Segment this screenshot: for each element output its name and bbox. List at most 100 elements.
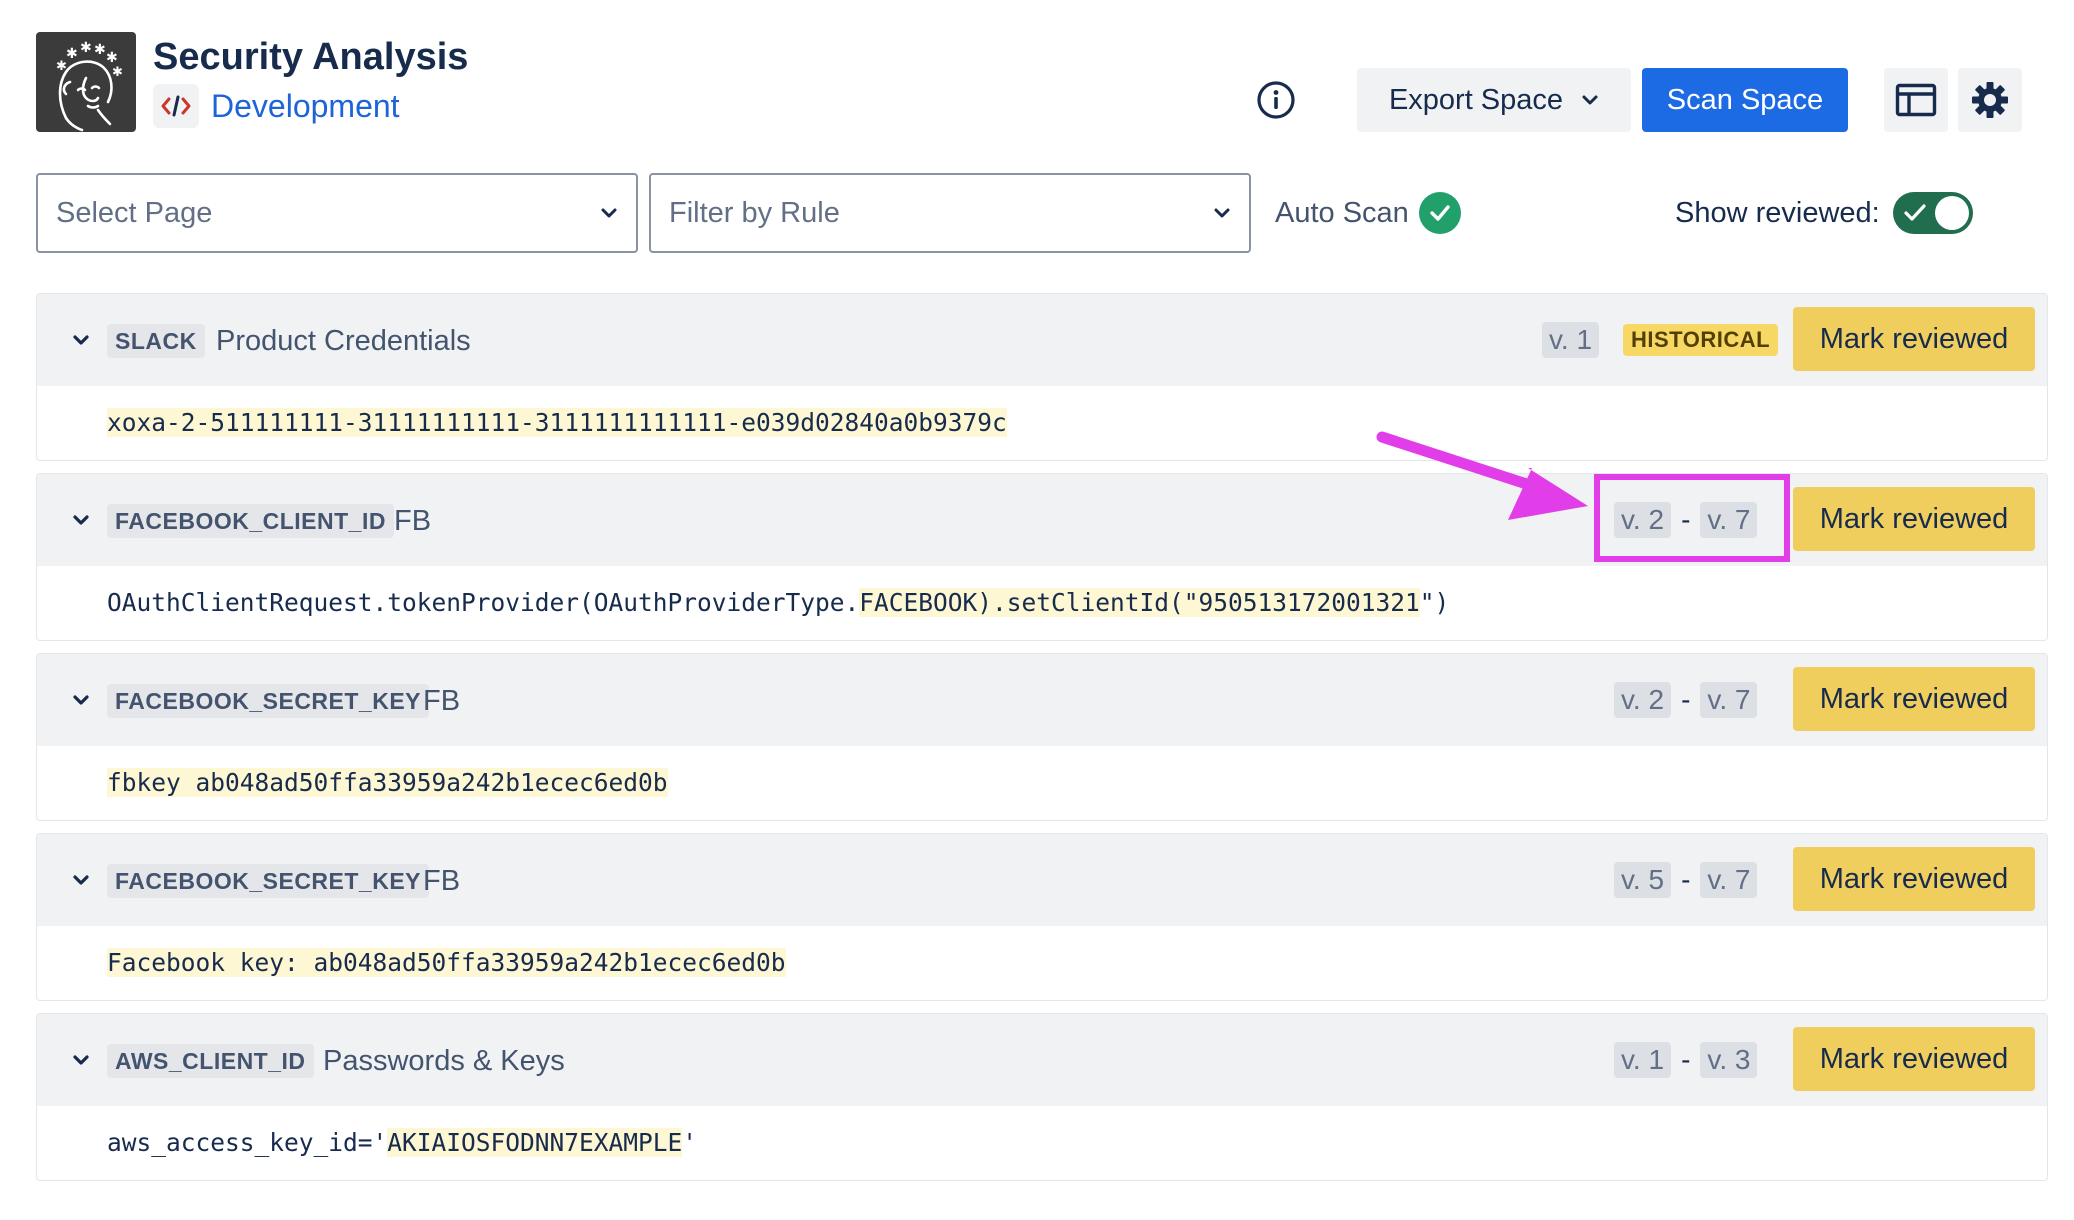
version-badge[interactable]: v. 1	[1542, 322, 1600, 358]
mark-reviewed-button[interactable]: Mark reviewed	[1793, 847, 2035, 911]
chevron-down-icon	[1214, 208, 1230, 218]
snippet-text: aws_access_key_id='	[107, 1127, 388, 1157]
svg-text:✱: ✱	[66, 46, 78, 62]
snippet-highlight: Facebook key: ab048ad50ffa33959a242b1ece…	[107, 947, 786, 977]
version-separator: -	[1681, 1044, 1691, 1075]
code-brackets-icon	[153, 84, 199, 128]
version-badge[interactable]: v. 5	[1614, 862, 1672, 898]
info-button[interactable]	[1256, 80, 1296, 120]
finding-name: FB	[423, 684, 461, 717]
code-snippet: aws_access_key_id=' AKIAIOSFODNN7EXAMPLE '	[107, 1120, 697, 1164]
sidebar-layout-icon	[1895, 83, 1937, 117]
show-reviewed-label: Show reviewed:	[1675, 196, 1880, 229]
mark-reviewed-button[interactable]: Mark reviewed	[1793, 307, 2035, 371]
scan-space-button[interactable]: Scan Space	[1642, 68, 1848, 132]
chevron-down-icon	[73, 875, 89, 885]
filter-rule-placeholder: Filter by Rule	[669, 196, 840, 229]
finding-name: Passwords & Keys	[323, 1044, 565, 1077]
version-badge[interactable]: v. 2	[1614, 682, 1672, 718]
collapse-toggle-button[interactable]	[61, 680, 101, 720]
filter-rule-dropdown[interactable]: Filter by Rule	[649, 173, 1251, 253]
finding-name: FB	[423, 864, 461, 897]
export-space-button[interactable]: Export Space	[1357, 68, 1631, 132]
scan-space-label: Scan Space	[1666, 83, 1824, 116]
version-badge[interactable]: v. 3	[1700, 1042, 1758, 1078]
check-icon	[1904, 204, 1926, 221]
info-circle-icon	[1257, 81, 1295, 119]
finding-card: SLACK Product Credentials v. 1 HISTORICA…	[36, 293, 2048, 461]
code-snippet: xoxa-2-511111111-31111111111-31111111111…	[107, 400, 1007, 444]
collapse-toggle-button[interactable]	[61, 320, 101, 360]
snippet-text: '	[682, 1127, 698, 1157]
layout-toggle-button[interactable]	[1884, 68, 1948, 132]
snippet-text: OAuthClientRequest.tokenProvider(OAuthPr…	[107, 587, 860, 617]
finding-name: Product Credentials	[216, 324, 471, 357]
finding-card: AWS_CLIENT_ID Passwords & Keys v. 1 - v.…	[36, 1013, 2048, 1181]
gear-icon	[1972, 82, 2008, 118]
mark-reviewed-button[interactable]: Mark reviewed	[1793, 487, 2035, 551]
chevron-down-icon	[73, 1055, 89, 1065]
finding-header: AWS_CLIENT_ID Passwords & Keys v. 1 - v.…	[37, 1014, 2047, 1106]
rule-tag: FACEBOOK_SECRET_KEY	[107, 864, 430, 898]
toggle-knob	[1935, 196, 1969, 230]
version-badge[interactable]: v. 7	[1700, 862, 1758, 898]
svg-text:✱: ✱	[112, 65, 123, 80]
finding-card: FACEBOOK_CLIENT_ID FB v. 2 - v. 7 Mark r…	[36, 473, 2048, 641]
finding-header: SLACK Product Credentials v. 1 HISTORICA…	[37, 294, 2047, 386]
version-badge[interactable]: v. 7	[1700, 502, 1758, 538]
collapse-toggle-button[interactable]	[61, 1040, 101, 1080]
app-title: Security Analysis	[153, 36, 469, 78]
version-badge[interactable]: v. 2	[1614, 502, 1672, 538]
chevron-down-icon	[1582, 95, 1598, 105]
finding-header: FACEBOOK_SECRET_KEY FB v. 5 - v. 7 Mark …	[37, 834, 2047, 926]
version-range: v. 1	[1542, 322, 1600, 358]
finding-header: FACEBOOK_CLIENT_ID FB v. 2 - v. 7 Mark r…	[37, 474, 2047, 566]
mark-reviewed-button[interactable]: Mark reviewed	[1793, 1027, 2035, 1091]
code-snippet: fbkey ab048ad50ffa33959a242b1ecec6ed0b	[107, 760, 668, 804]
version-range: v. 5 - v. 7	[1614, 862, 1758, 898]
snippet-highlight: fbkey ab048ad50ffa33959a242b1ecec6ed0b	[107, 767, 668, 797]
code-snippet: OAuthClientRequest.tokenProvider(OAuthPr…	[107, 580, 1449, 624]
historical-badge: HISTORICAL	[1623, 324, 1779, 356]
auto-scan-status: Auto Scan	[1275, 191, 1461, 235]
finding-name: FB	[394, 504, 432, 537]
rule-tag: AWS_CLIENT_ID	[107, 1044, 314, 1078]
finding-header: FACEBOOK_SECRET_KEY FB v. 2 - v. 7 Mark …	[37, 654, 2047, 746]
version-badge[interactable]: v. 1	[1614, 1042, 1672, 1078]
app-logo-icon: ✱ ✱ ✱ ✱ ✱ ✱	[36, 32, 136, 132]
snippet-text: ")	[1419, 587, 1450, 617]
rule-tag: FACEBOOK_CLIENT_ID	[107, 504, 394, 538]
space-link[interactable]: Development	[211, 88, 400, 125]
export-space-label: Export Space	[1388, 83, 1564, 116]
version-range: v. 2 - v. 7	[1614, 502, 1758, 538]
version-range: v. 1 - v. 3	[1614, 1042, 1758, 1078]
chevron-down-icon	[73, 335, 89, 345]
version-badge[interactable]: v. 7	[1700, 682, 1758, 718]
svg-text:✱: ✱	[94, 42, 106, 58]
version-range: v. 2 - v. 7	[1614, 682, 1758, 718]
rule-tag: FACEBOOK_SECRET_KEY	[107, 684, 430, 718]
version-separator: -	[1681, 864, 1691, 895]
select-page-dropdown[interactable]: Select Page	[36, 173, 638, 253]
chevron-down-icon	[73, 515, 89, 525]
code-snippet: Facebook key: ab048ad50ffa33959a242b1ece…	[107, 940, 786, 984]
chevron-down-icon	[73, 695, 89, 705]
show-reviewed-toggle[interactable]	[1893, 192, 1973, 234]
select-page-placeholder: Select Page	[56, 196, 213, 229]
svg-text:✱: ✱	[106, 50, 118, 66]
snippet-highlight: xoxa-2-511111111-31111111111-31111111111…	[107, 407, 1007, 437]
finding-card: FACEBOOK_SECRET_KEY FB v. 5 - v. 7 Mark …	[36, 833, 2048, 1001]
version-separator: -	[1681, 684, 1691, 715]
collapse-toggle-button[interactable]	[61, 500, 101, 540]
collapse-toggle-button[interactable]	[61, 860, 101, 900]
chevron-down-icon	[601, 208, 617, 218]
version-separator: -	[1681, 504, 1691, 535]
svg-text:✱: ✱	[56, 59, 67, 74]
page-header: ✱ ✱ ✱ ✱ ✱ ✱ Security Analysis Developmen…	[0, 0, 2074, 150]
mark-reviewed-button[interactable]: Mark reviewed	[1793, 667, 2035, 731]
snippet-highlight: FACEBOOK).setClientId("950513172001321	[859, 587, 1420, 617]
svg-text:✱: ✱	[80, 40, 92, 56]
auto-scan-label: Auto Scan	[1275, 196, 1409, 229]
settings-button[interactable]	[1958, 68, 2022, 132]
finding-card: FACEBOOK_SECRET_KEY FB v. 2 - v. 7 Mark …	[36, 653, 2048, 821]
